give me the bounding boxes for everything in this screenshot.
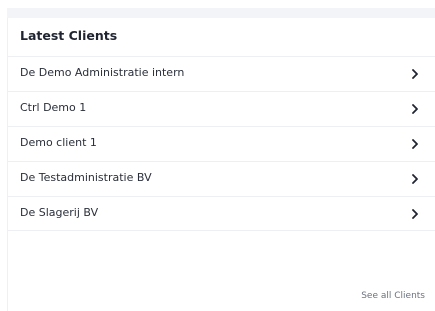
client-row[interactable]: Demo client 1	[8, 126, 435, 161]
client-name: De Testadministratie BV	[20, 171, 152, 184]
client-name: Ctrl Demo 1	[20, 101, 87, 114]
latest-clients-card: Latest Clients De Demo Administratie int…	[7, 18, 435, 311]
client-list: De Demo Administratie intern Ctrl Demo 1…	[8, 56, 435, 231]
header-strip	[7, 8, 435, 18]
chevron-right-icon	[412, 69, 418, 79]
client-name: Demo client 1	[20, 136, 97, 149]
client-row[interactable]: De Slagerij BV	[8, 196, 435, 231]
client-name: De Slagerij BV	[20, 206, 99, 219]
see-all-clients-link[interactable]: See all Clients	[361, 291, 425, 301]
chevron-right-icon	[412, 104, 418, 114]
client-row[interactable]: De Testadministratie BV	[8, 161, 435, 196]
client-name: De Demo Administratie intern	[20, 66, 185, 79]
chevron-right-icon	[412, 174, 418, 184]
card-title: Latest Clients	[20, 28, 118, 43]
chevron-right-icon	[412, 139, 418, 149]
client-row[interactable]: De Demo Administratie intern	[8, 56, 435, 91]
client-row[interactable]: Ctrl Demo 1	[8, 91, 435, 126]
chevron-right-icon	[412, 209, 418, 219]
